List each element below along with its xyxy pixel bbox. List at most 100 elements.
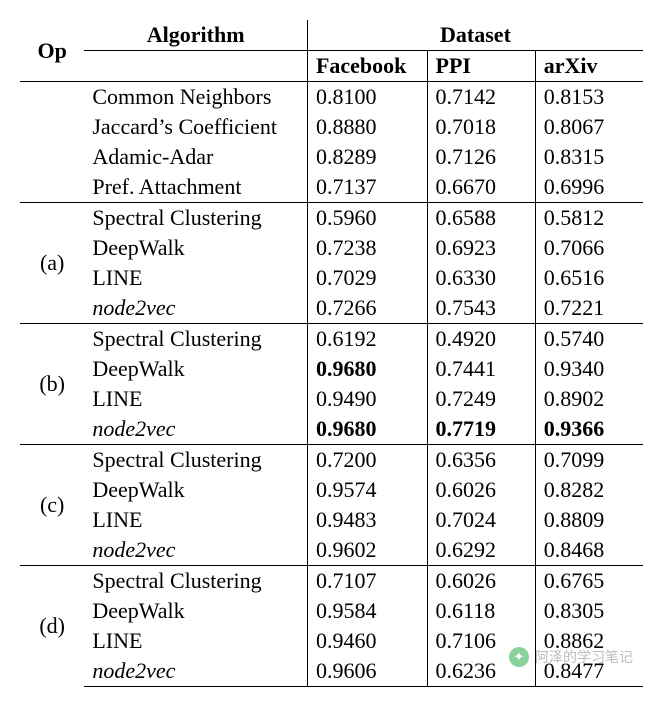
value-cell: 0.8315 [535, 142, 643, 172]
header-dataset: Dataset [307, 20, 643, 51]
value-cell: 0.7066 [535, 233, 643, 263]
value-cell: 0.9366 [535, 414, 643, 445]
value-cell: 0.7142 [427, 82, 535, 113]
value-cell: 0.9460 [307, 626, 427, 656]
algorithm-cell: DeepWalk [84, 596, 307, 626]
table-row: (c)Spectral Clustering0.72000.63560.7099 [20, 445, 643, 476]
table-row: node2vec0.72660.75430.7221 [20, 293, 643, 324]
value-cell: 0.8289 [307, 142, 427, 172]
header-op: Op [20, 20, 84, 82]
value-cell: 0.9602 [307, 535, 427, 566]
value-cell: 0.7024 [427, 505, 535, 535]
algorithm-cell: LINE [84, 626, 307, 656]
value-cell: 0.8100 [307, 82, 427, 113]
results-table: Op Algorithm Dataset Facebook PPI arXiv … [20, 20, 643, 687]
value-cell: 0.9574 [307, 475, 427, 505]
table-row: Jaccard’s Coefficient0.88800.70180.8067 [20, 112, 643, 142]
algorithm-cell: Common Neighbors [84, 82, 307, 113]
value-cell: 0.6292 [427, 535, 535, 566]
table-row: DeepWalk0.72380.69230.7066 [20, 233, 643, 263]
value-cell: 0.7137 [307, 172, 427, 203]
algorithm-cell: node2vec [84, 535, 307, 566]
value-cell: 0.8809 [535, 505, 643, 535]
value-cell: 0.9680 [307, 354, 427, 384]
table-row: DeepWalk0.95840.61180.8305 [20, 596, 643, 626]
value-cell: 0.9483 [307, 505, 427, 535]
algorithm-cell: Jaccard’s Coefficient [84, 112, 307, 142]
value-cell: 0.7126 [427, 142, 535, 172]
algorithm-cell: Spectral Clustering [84, 566, 307, 597]
header-col-1: PPI [427, 51, 535, 82]
table-row: LINE0.94830.70240.8809 [20, 505, 643, 535]
algorithm-cell: node2vec [84, 414, 307, 445]
value-cell: 0.7099 [535, 445, 643, 476]
table-row: (a)Spectral Clustering0.59600.65880.5812 [20, 203, 643, 234]
value-cell: 0.7266 [307, 293, 427, 324]
value-cell: 0.6356 [427, 445, 535, 476]
algorithm-cell: Spectral Clustering [84, 445, 307, 476]
value-cell: 0.7107 [307, 566, 427, 597]
header-algorithm: Algorithm [84, 20, 307, 51]
table-row: Pref. Attachment0.71370.66700.6996 [20, 172, 643, 203]
value-cell: 0.8067 [535, 112, 643, 142]
value-cell: 0.6588 [427, 203, 535, 234]
algorithm-cell: node2vec [84, 293, 307, 324]
value-cell: 0.7543 [427, 293, 535, 324]
value-cell: 0.9606 [307, 656, 427, 687]
table-row: DeepWalk0.95740.60260.8282 [20, 475, 643, 505]
algorithm-cell: LINE [84, 505, 307, 535]
value-cell: 0.6670 [427, 172, 535, 203]
value-cell: 0.4920 [427, 324, 535, 355]
header-blank [84, 51, 307, 82]
value-cell: 0.6330 [427, 263, 535, 293]
value-cell: 0.6026 [427, 566, 535, 597]
value-cell: 0.7441 [427, 354, 535, 384]
table-row: LINE0.94900.72490.8902 [20, 384, 643, 414]
header-row-2: Facebook PPI arXiv [20, 51, 643, 82]
value-cell: 0.6026 [427, 475, 535, 505]
value-cell: 0.6923 [427, 233, 535, 263]
value-cell: 0.7029 [307, 263, 427, 293]
table-row: LINE0.70290.63300.6516 [20, 263, 643, 293]
table-row: DeepWalk0.96800.74410.9340 [20, 354, 643, 384]
value-cell: 0.9680 [307, 414, 427, 445]
value-cell: 0.7221 [535, 293, 643, 324]
wechat-icon: ✦ [509, 647, 529, 667]
value-cell: 0.6996 [535, 172, 643, 203]
value-cell: 0.7719 [427, 414, 535, 445]
value-cell: 0.9584 [307, 596, 427, 626]
value-cell: 0.5812 [535, 203, 643, 234]
op-cell: (a) [20, 203, 84, 324]
algorithm-cell: Spectral Clustering [84, 324, 307, 355]
algorithm-cell: Adamic-Adar [84, 142, 307, 172]
value-cell: 0.6118 [427, 596, 535, 626]
watermark: ✦ 阿泽的学习笔记 [509, 647, 633, 667]
header-col-2: arXiv [535, 51, 643, 82]
value-cell: 0.8282 [535, 475, 643, 505]
algorithm-cell: node2vec [84, 656, 307, 687]
table-row: Adamic-Adar0.82890.71260.8315 [20, 142, 643, 172]
table-row: (d)Spectral Clustering0.71070.60260.6765 [20, 566, 643, 597]
value-cell: 0.8305 [535, 596, 643, 626]
table-row: Common Neighbors0.81000.71420.8153 [20, 82, 643, 113]
value-cell: 0.6192 [307, 324, 427, 355]
op-cell: (d) [20, 566, 84, 687]
op-cell: (b) [20, 324, 84, 445]
table-row: node2vec0.96800.77190.9366 [20, 414, 643, 445]
value-cell: 0.6516 [535, 263, 643, 293]
value-cell: 0.8880 [307, 112, 427, 142]
value-cell: 0.5960 [307, 203, 427, 234]
value-cell: 0.7200 [307, 445, 427, 476]
value-cell: 0.7249 [427, 384, 535, 414]
algorithm-cell: Pref. Attachment [84, 172, 307, 203]
algorithm-cell: LINE [84, 384, 307, 414]
value-cell: 0.9340 [535, 354, 643, 384]
watermark-text: 阿泽的学习笔记 [535, 647, 633, 667]
op-cell: (c) [20, 445, 84, 566]
algorithm-cell: DeepWalk [84, 354, 307, 384]
algorithm-cell: LINE [84, 263, 307, 293]
op-cell [20, 82, 84, 203]
algorithm-cell: Spectral Clustering [84, 203, 307, 234]
table-row: node2vec0.96020.62920.8468 [20, 535, 643, 566]
value-cell: 0.9490 [307, 384, 427, 414]
